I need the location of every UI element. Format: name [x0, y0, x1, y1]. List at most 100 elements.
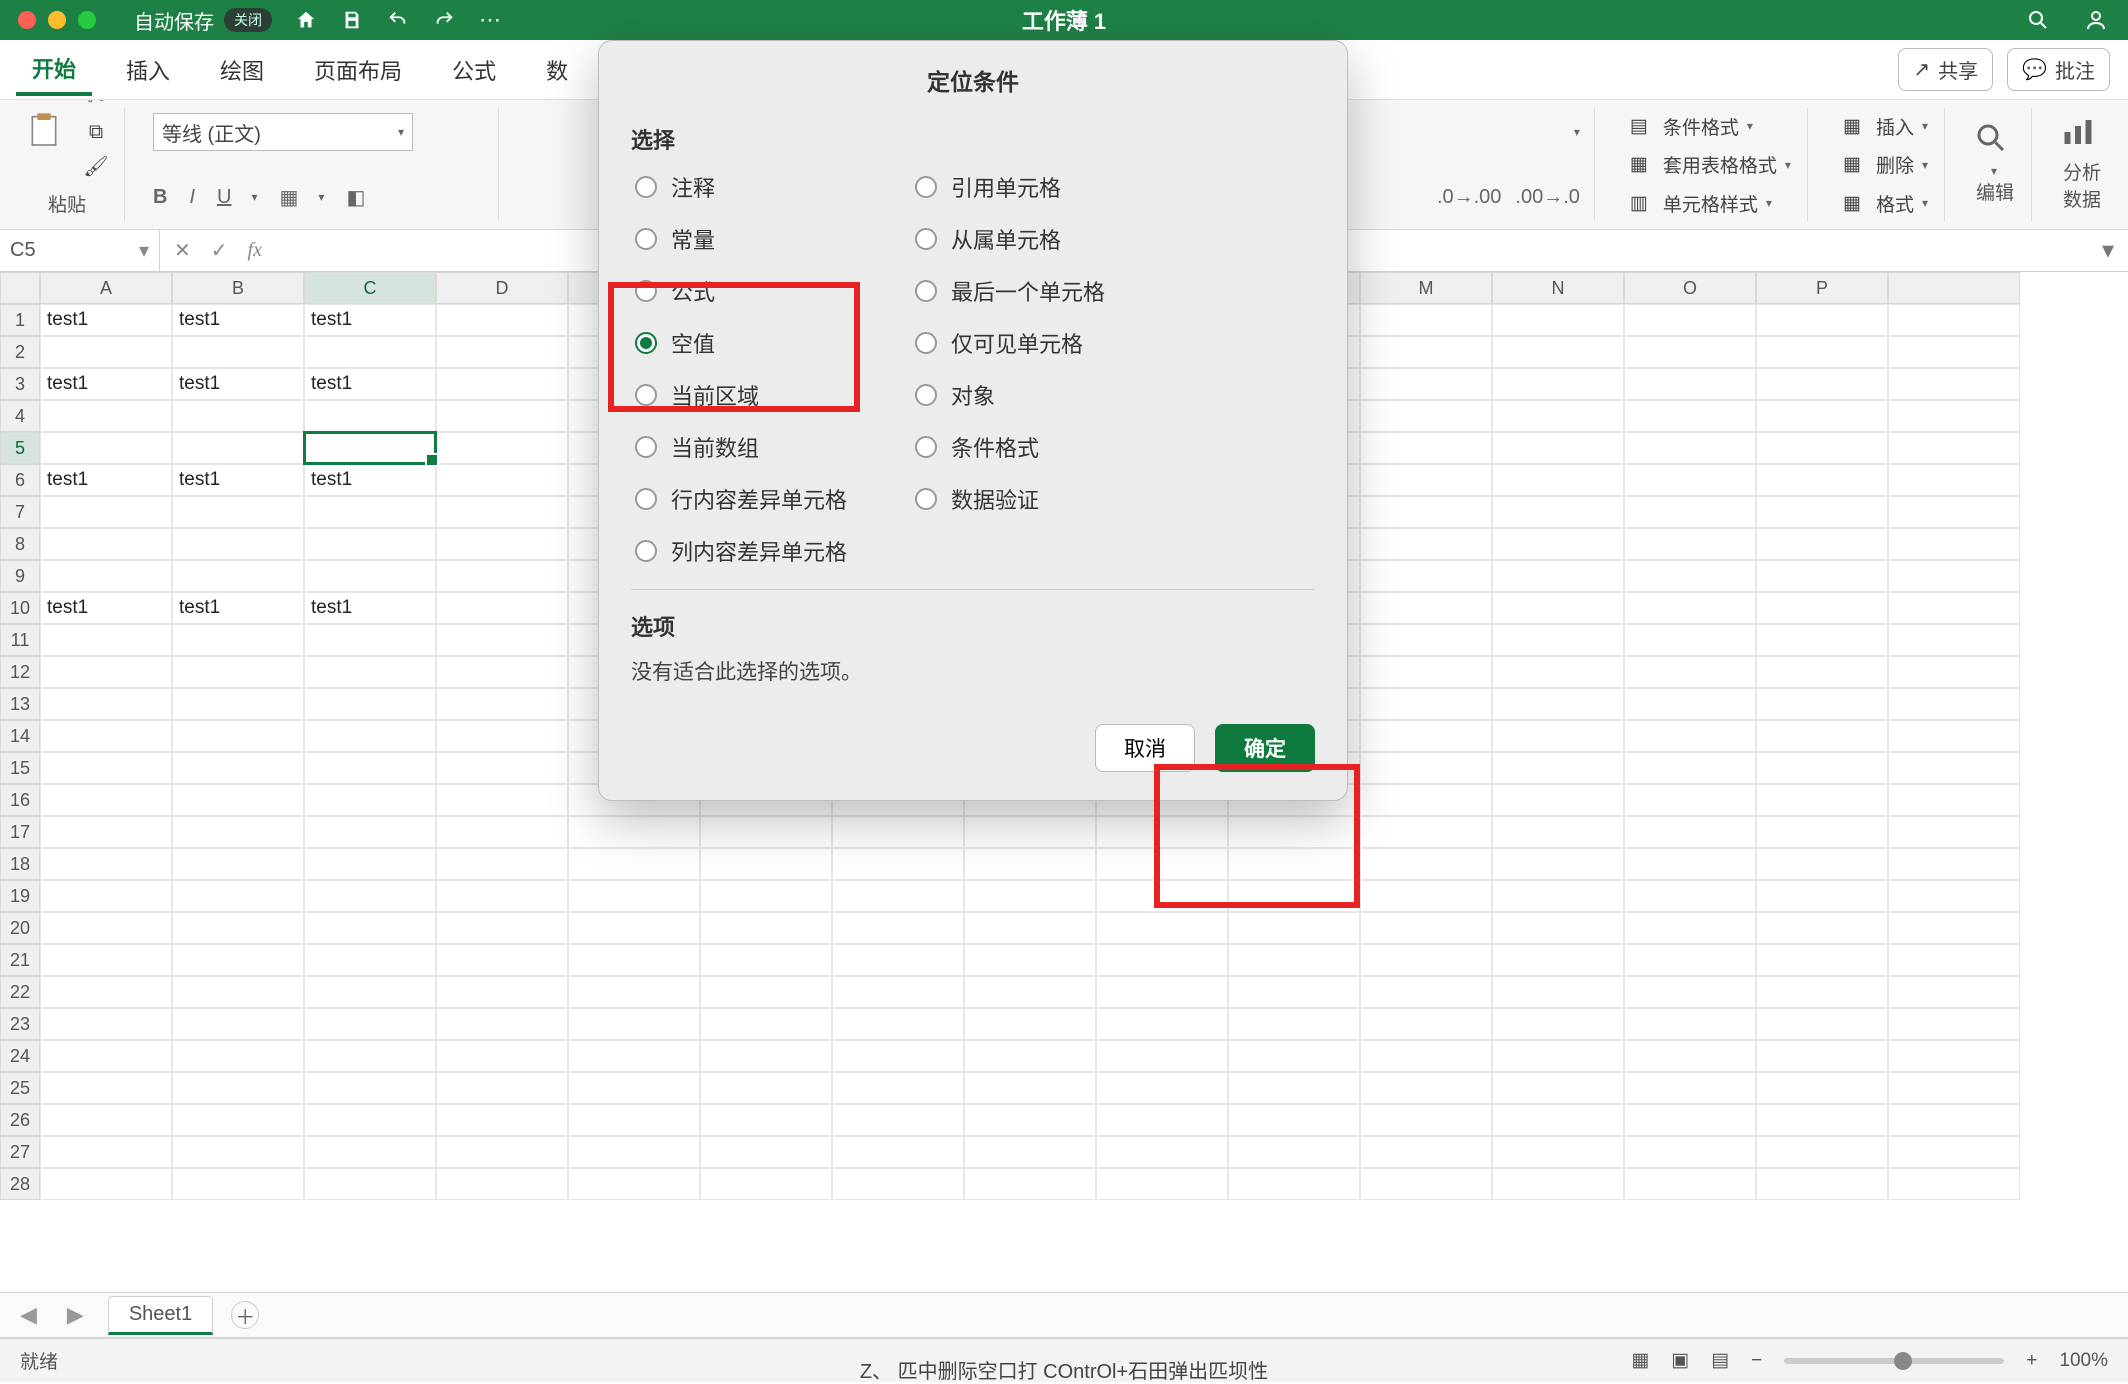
cell[interactable]: [172, 880, 304, 912]
cell[interactable]: [1360, 1040, 1492, 1072]
cell[interactable]: [1360, 976, 1492, 1008]
cell[interactable]: [304, 976, 436, 1008]
cell[interactable]: [1624, 368, 1756, 400]
cell[interactable]: [1360, 1072, 1492, 1104]
search-icon[interactable]: [2024, 6, 2052, 34]
insert-cells-button[interactable]: ▦插入▾: [1836, 108, 1930, 144]
cell[interactable]: [1888, 656, 2020, 688]
row-header[interactable]: 21: [0, 944, 40, 976]
radio-option[interactable]: 仅可见单元格: [911, 325, 1109, 361]
cell[interactable]: [1492, 1008, 1624, 1040]
radio-option[interactable]: 行内容差异单元格: [631, 481, 851, 517]
cell[interactable]: [40, 656, 172, 688]
cell[interactable]: [1360, 528, 1492, 560]
cell[interactable]: [1888, 976, 2020, 1008]
cell[interactable]: [1360, 752, 1492, 784]
cell[interactable]: [436, 528, 568, 560]
cell[interactable]: [1888, 1168, 2020, 1200]
cell[interactable]: [40, 1136, 172, 1168]
cell[interactable]: [1228, 912, 1360, 944]
cell[interactable]: [436, 784, 568, 816]
sheet-nav-prev[interactable]: ◀: [14, 1302, 43, 1328]
cell[interactable]: [1624, 720, 1756, 752]
cell[interactable]: [304, 1136, 436, 1168]
cell[interactable]: [1096, 1072, 1228, 1104]
tab-home[interactable]: 开始: [16, 44, 92, 96]
cell[interactable]: [436, 560, 568, 592]
conditional-format-button[interactable]: ▤条件格式▾: [1623, 108, 1793, 144]
cell[interactable]: [1756, 400, 1888, 432]
cell[interactable]: [304, 752, 436, 784]
radio-option[interactable]: 对象: [911, 377, 1109, 413]
cell[interactable]: [700, 880, 832, 912]
italic-button[interactable]: I: [189, 186, 195, 209]
cell[interactable]: [1096, 1008, 1228, 1040]
column-header[interactable]: N: [1492, 272, 1624, 304]
radio-option[interactable]: 引用单元格: [911, 169, 1109, 205]
cell[interactable]: [1360, 464, 1492, 496]
increase-decimal-button[interactable]: .00→.0: [1515, 186, 1579, 209]
autosave-toggle[interactable]: 自动保存 关闭: [134, 6, 272, 35]
cell[interactable]: [964, 912, 1096, 944]
decrease-decimal-button[interactable]: .0→.00: [1437, 186, 1501, 209]
column-header[interactable]: P: [1756, 272, 1888, 304]
redo-icon[interactable]: [430, 6, 458, 34]
cell[interactable]: [304, 656, 436, 688]
row-header[interactable]: 4: [0, 400, 40, 432]
cell[interactable]: [1228, 816, 1360, 848]
cell[interactable]: [1624, 976, 1756, 1008]
column-header[interactable]: A: [40, 272, 172, 304]
cell[interactable]: [1360, 368, 1492, 400]
radio-option[interactable]: 常量: [631, 221, 851, 257]
fill-color-button[interactable]: ◧: [346, 185, 365, 210]
cell[interactable]: [436, 1072, 568, 1104]
cell[interactable]: [436, 1104, 568, 1136]
column-header[interactable]: [1888, 272, 2020, 304]
cell[interactable]: [172, 1040, 304, 1072]
ok-button[interactable]: 确定: [1215, 724, 1315, 772]
cell[interactable]: test1: [304, 368, 436, 400]
cell[interactable]: [172, 528, 304, 560]
cell[interactable]: [1096, 912, 1228, 944]
number-format-dropdown[interactable]: ▾: [1574, 125, 1580, 139]
page-layout-view-icon[interactable]: ▣: [1671, 1349, 1689, 1372]
cell[interactable]: [436, 816, 568, 848]
row-header[interactable]: 27: [0, 1136, 40, 1168]
cell[interactable]: [1756, 1008, 1888, 1040]
cell[interactable]: [1624, 1040, 1756, 1072]
cell[interactable]: [1228, 1008, 1360, 1040]
cell[interactable]: test1: [172, 464, 304, 496]
cell[interactable]: [304, 624, 436, 656]
comments-button[interactable]: 💬 批注: [2007, 48, 2110, 91]
cell[interactable]: [1624, 560, 1756, 592]
cell[interactable]: [40, 336, 172, 368]
name-box[interactable]: C5 ▾: [0, 230, 160, 271]
cell[interactable]: [1228, 1168, 1360, 1200]
cell[interactable]: [436, 912, 568, 944]
tab-draw[interactable]: 绘图: [204, 46, 280, 94]
cell[interactable]: [40, 528, 172, 560]
cell[interactable]: [1756, 816, 1888, 848]
cell[interactable]: [1888, 592, 2020, 624]
cell[interactable]: [1228, 1072, 1360, 1104]
more-icon[interactable]: ⋯: [476, 6, 504, 34]
radio-option[interactable]: 数据验证: [911, 481, 1109, 517]
cell[interactable]: [436, 1008, 568, 1040]
tab-formulas[interactable]: 公式: [436, 46, 512, 94]
cell[interactable]: [1228, 848, 1360, 880]
cell[interactable]: [1888, 944, 2020, 976]
cell[interactable]: [1756, 464, 1888, 496]
radio-option[interactable]: 最后一个单元格: [911, 273, 1109, 309]
cell[interactable]: [1492, 528, 1624, 560]
column-header[interactable]: D: [436, 272, 568, 304]
cell[interactable]: [1492, 432, 1624, 464]
cell[interactable]: [1756, 976, 1888, 1008]
cell[interactable]: [304, 688, 436, 720]
cell[interactable]: [1756, 912, 1888, 944]
cell[interactable]: [1360, 912, 1492, 944]
cell[interactable]: [568, 816, 700, 848]
row-header[interactable]: 6: [0, 464, 40, 496]
cell[interactable]: [40, 688, 172, 720]
radio-option[interactable]: 空值: [631, 325, 851, 361]
row-header[interactable]: 11: [0, 624, 40, 656]
